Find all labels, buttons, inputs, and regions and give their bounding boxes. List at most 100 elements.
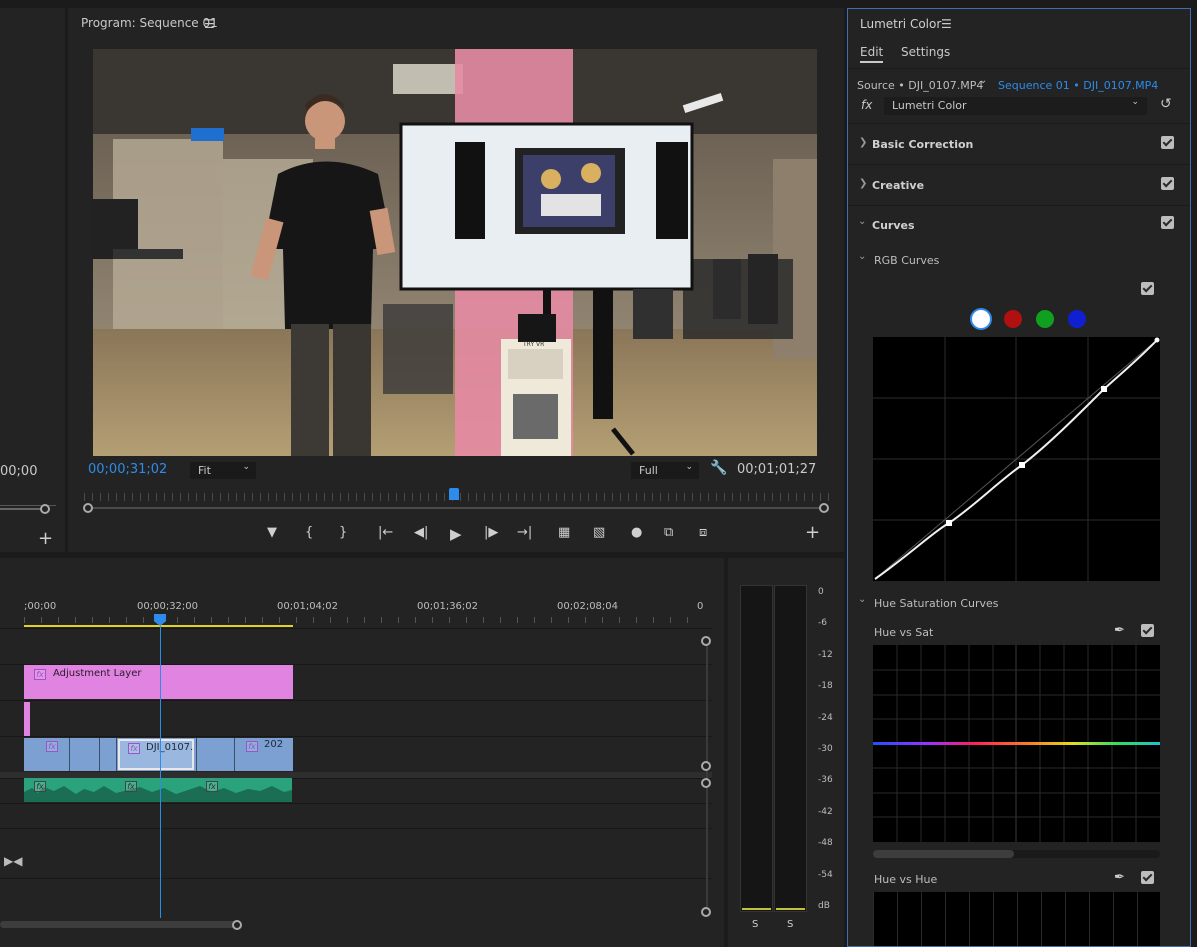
- go-to-in-icon[interactable]: |←: [378, 525, 393, 540]
- zoom-handle-right[interactable]: [819, 503, 829, 513]
- curve-channel-button[interactable]: [1068, 310, 1086, 328]
- meter-scale-label: -24: [818, 713, 833, 723]
- step-forward-icon[interactable]: |▶: [484, 525, 498, 540]
- chevron-right-icon: ❯: [859, 178, 868, 189]
- fx-badge[interactable]: fx: [206, 781, 218, 792]
- solo-right-button[interactable]: S: [787, 919, 793, 930]
- meter-scale-label: 0: [818, 587, 824, 597]
- hue-vs-sat-scroll-thumb[interactable]: [873, 850, 1014, 858]
- reset-icon[interactable]: ↺: [1160, 96, 1172, 112]
- hue-vs-sat-checkbox[interactable]: [1141, 624, 1154, 637]
- extract-icon[interactable]: ▧: [593, 525, 605, 540]
- video-frame[interactable]: TRY VR: [93, 49, 817, 456]
- fx-badge[interactable]: fx: [125, 781, 137, 792]
- source-add-button[interactable]: +: [38, 528, 53, 549]
- export-frame-icon[interactable]: ●: [631, 525, 642, 540]
- program-playhead[interactable]: [449, 488, 459, 500]
- hue-vs-hue-checkbox[interactable]: [1141, 871, 1154, 884]
- program-monitor-title[interactable]: Program: Sequence 01: [81, 16, 218, 30]
- effect-dropdown[interactable]: Lumetri Color ⌄: [884, 97, 1147, 115]
- program-panel-menu-icon[interactable]: ☰: [204, 17, 215, 31]
- video-clip-group[interactable]: fx fx DJI_0107. fx 202: [24, 738, 293, 771]
- curve-channel-button[interactable]: [972, 310, 990, 328]
- add-marker-icon[interactable]: ▼: [267, 525, 277, 540]
- curves-checkbox[interactable]: [1161, 216, 1174, 229]
- hue-sat-curves-header[interactable]: ⌄ Hue Saturation Curves: [858, 594, 1178, 613]
- track-v2: [0, 700, 712, 736]
- selected-clip[interactable]: fx DJI_0107.: [118, 739, 194, 770]
- add-button[interactable]: +: [805, 522, 820, 543]
- hue-vs-sat-svg: [873, 645, 1160, 842]
- hue-vs-hue-label: Hue vs Hue: [874, 873, 938, 886]
- video-scroll-handle-bottom[interactable]: [701, 761, 711, 771]
- sequence-clip-label[interactable]: Sequence 01 • DJI_0107.MP4: [998, 79, 1158, 92]
- lumetri-title[interactable]: Lumetri Color: [860, 17, 941, 31]
- step-back-icon[interactable]: ◀|: [414, 525, 428, 540]
- resolution-dropdown[interactable]: Full ⌄: [631, 462, 699, 479]
- section-basic-correction[interactable]: ❯ Basic Correction: [848, 123, 1190, 164]
- vertical-scrollbar[interactable]: [706, 640, 708, 914]
- eyedropper-icon[interactable]: ✒: [1114, 870, 1125, 885]
- program-zoom-scrollbar[interactable]: [88, 507, 824, 509]
- tab-edit[interactable]: Edit: [860, 45, 884, 63]
- tracks-area[interactable]: fx Adjustment Layer fx fx DJI_0107. fx 2…: [0, 626, 712, 928]
- rgb-curves-header[interactable]: ⌄ RGB Curves: [858, 251, 1178, 270]
- lumetri-menu-icon[interactable]: ☰: [941, 17, 952, 31]
- source-zoom-handle[interactable]: [40, 504, 50, 514]
- meter-scale-label: dB: [818, 901, 830, 911]
- audio-clip[interactable]: fx fx fx: [24, 778, 292, 802]
- audio-scroll-handle-bottom[interactable]: [701, 907, 711, 917]
- video-clip-2-label: 202: [264, 739, 284, 750]
- pink-clip-sliver[interactable]: [24, 702, 30, 736]
- eyedropper-icon[interactable]: ✒: [1114, 623, 1125, 638]
- timeline-playhead-line[interactable]: [160, 626, 161, 918]
- fx-badge[interactable]: fx: [46, 741, 58, 752]
- section-creative[interactable]: ❯ Creative: [848, 164, 1190, 205]
- lift-icon[interactable]: ▦: [558, 525, 570, 540]
- hue-vs-sat-scrollbar[interactable]: [873, 850, 1160, 858]
- audio-waveform: [24, 786, 292, 802]
- timeline-ruler[interactable]: ;00;00 00;00;32;00 00;01;04;02 00;01;36;02 0…: [24, 594, 704, 627]
- fx-badge[interactable]: fx: [34, 781, 46, 792]
- horizontal-scrollbar[interactable]: [0, 921, 240, 928]
- audio-scroll-handle-top[interactable]: [701, 778, 711, 788]
- section-curves[interactable]: ⌄ Curves: [848, 205, 1190, 235]
- basic-correction-checkbox[interactable]: [1161, 136, 1174, 149]
- horizontal-zoom-handle[interactable]: [232, 920, 242, 930]
- source-timecode: 00;00: [0, 464, 38, 479]
- curve-channel-button[interactable]: [1036, 310, 1054, 328]
- wrench-icon[interactable]: 🔧: [710, 460, 727, 476]
- rgb-curve-graph[interactable]: [873, 337, 1160, 581]
- fx-badge[interactable]: fx: [34, 669, 46, 680]
- snap-toggle-icon[interactable]: ▶◀: [4, 854, 22, 868]
- fx-badge[interactable]: fx: [246, 741, 258, 752]
- meter-scale-label: -12: [818, 650, 833, 660]
- meter-scale: 0 -6 -12 -18 -24 -30 -36 -42 -48 -54 dB: [814, 587, 844, 917]
- current-timecode[interactable]: 00;00;31;02: [88, 462, 167, 477]
- proxy-toggle-icon[interactable]: ⧈: [699, 525, 707, 540]
- curve-channel-button[interactable]: [1004, 310, 1022, 328]
- go-to-out-icon[interactable]: →|: [517, 525, 532, 540]
- video-scroll-handle-top[interactable]: [701, 636, 711, 646]
- mark-out-icon[interactable]: }: [339, 525, 347, 540]
- duration-timecode: 00;01;01;27: [737, 462, 817, 477]
- creative-checkbox[interactable]: [1161, 177, 1174, 190]
- tab-settings[interactable]: Settings: [901, 45, 950, 59]
- adjustment-layer-clip[interactable]: fx Adjustment Layer: [24, 665, 293, 699]
- chevron-down-icon[interactable]: ⌄: [979, 75, 987, 86]
- section-title: Creative: [872, 179, 925, 192]
- comparison-view-icon[interactable]: ⧉: [664, 525, 673, 540]
- fx-badge[interactable]: fx: [128, 743, 140, 754]
- rgb-curves-checkbox[interactable]: [1141, 282, 1154, 295]
- ruler-labels: ;00;00 00;00;32;00 00;01;04;02 00;01;36;02 0…: [24, 601, 704, 615]
- zoom-fit-dropdown[interactable]: Fit ⌄: [190, 462, 256, 479]
- play-icon[interactable]: ▶: [450, 525, 462, 543]
- work-area-bar[interactable]: [24, 625, 293, 627]
- zoom-handle-left[interactable]: [83, 503, 93, 513]
- mark-in-icon[interactable]: {: [305, 525, 313, 540]
- solo-left-button[interactable]: S: [752, 919, 758, 930]
- ruler-label: 00;01;36;02: [417, 601, 479, 612]
- hue-vs-hue-graph[interactable]: [873, 892, 1160, 946]
- source-clip-label[interactable]: Source • DJI_0107.MP4: [857, 79, 983, 92]
- hue-vs-sat-graph[interactable]: [873, 645, 1160, 842]
